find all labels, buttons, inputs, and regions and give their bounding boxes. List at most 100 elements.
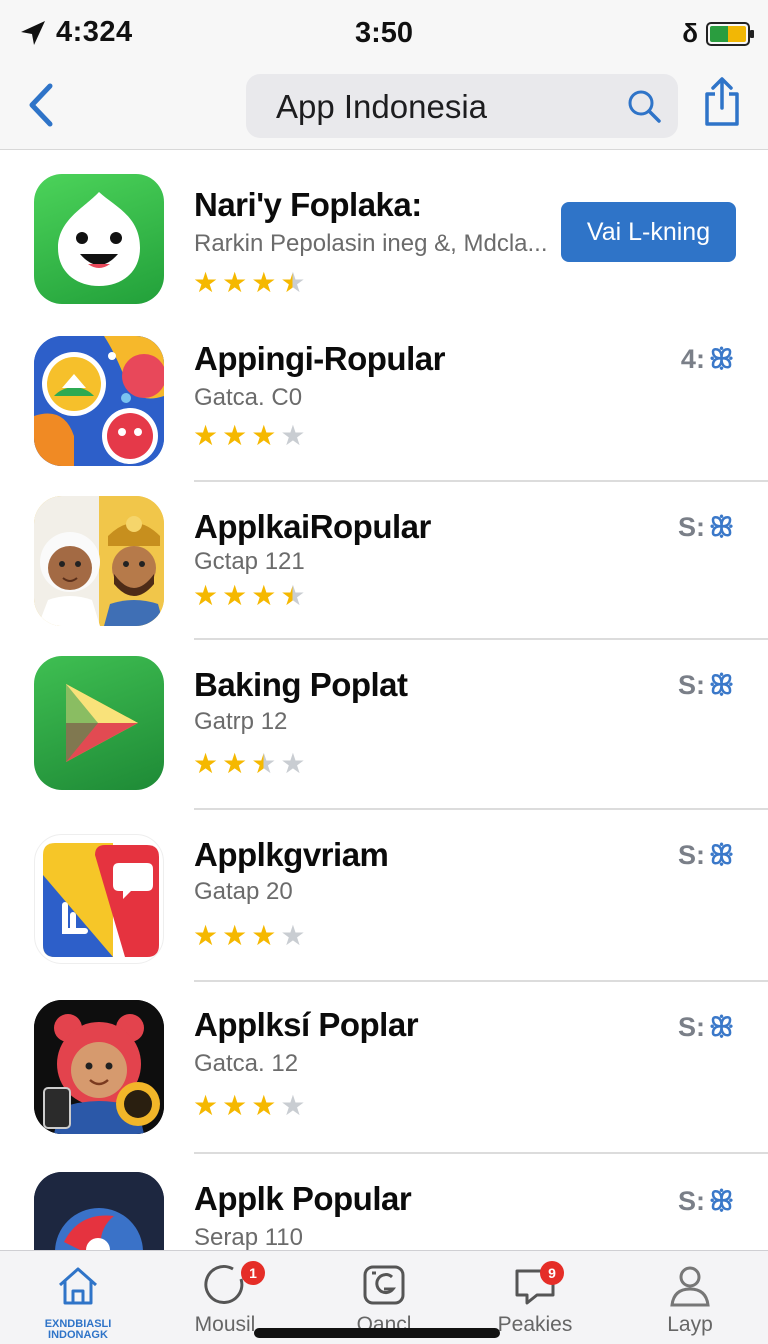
star-icon: ★ [280,920,306,951]
tab-home[interactable]: EXNDBIASLI INDONAGK [3,1251,153,1344]
star-icon: ★ [222,748,248,779]
app-subtitle: Serap 110 [194,1224,303,1250]
app-title: Applksí Poplar [194,1006,419,1043]
rating-stars: ★ ★ ★ ★ [193,750,305,778]
tab-label: EXNDBIASLI INDONAGK [44,1318,112,1341]
star-icon: ★ [193,920,219,951]
list-item[interactable]: Applkgvriam Gatap 20 ★ ★ ★ ★ S: ꕥ [0,810,768,980]
app-icon-play[interactable] [34,656,164,790]
app-icon-smiley[interactable] [34,174,164,304]
tab-label: Layp [667,1313,713,1336]
colorful-faces-icon [34,336,164,466]
list-item[interactable]: Baking Poplat Gatrp 12 ★ ★ ★ ★ S: ꕥ [0,640,768,808]
character-icon [34,1000,164,1134]
app-icon-avatars[interactable] [34,496,164,626]
list-item[interactable]: Applksí Poplar Gatca. 12 ★ ★ ★ ★ S: ꕥ [0,982,768,1154]
share-icon [705,77,739,126]
list-item[interactable]: Nari'y Foplaka: Rarkin Pepolasin ineg &,… [0,150,768,322]
search-icon[interactable] [626,88,662,124]
app-subtitle: Gatca. C0 [194,384,303,411]
download-icon[interactable]: ꕥ [709,512,734,542]
status-bar: 4:324 3:50 δ [0,0,768,66]
rating-stars: ★ ★ ★ ★ [193,422,305,450]
star-icon: ★ [193,420,219,451]
app-subtitle: Gatca. 12 [194,1050,299,1077]
app-icon-circle[interactable] [34,1172,164,1250]
star-icon: ★ [280,1090,306,1121]
battery-icon [706,21,754,46]
app-title: Nari'y Foplaka: [194,186,422,223]
star-icon: ★ [222,920,248,951]
star-icon: ★ [193,580,219,611]
app-size-value: S: [677,512,705,542]
smiley-ghost-icon [58,192,140,286]
download-icon[interactable]: ꕥ [709,1012,734,1042]
person-icon [670,1266,710,1307]
app-title: ApplkaiRopular [194,508,431,545]
star-icon: ★ [222,420,248,451]
star-icon: ★ [251,580,277,611]
circle-app-icon [34,1172,164,1250]
app-size: S: ꕥ [678,670,734,702]
star-icon: ★ [251,920,277,951]
status-time: 3:50 [354,17,414,49]
chat-bubble-icon [43,843,159,957]
app-size-value: 4: [680,344,705,374]
status-right: δ [682,18,754,49]
app-subtitle: Gctap 121 [194,548,305,575]
apps-icon [363,1265,405,1305]
app-size-value: S: [677,1012,705,1042]
app-icon-colorful[interactable] [34,336,164,466]
star-icon: ★ [193,1090,219,1121]
app-size-value: S: [677,1186,705,1216]
rating-stars: ★ ★ ★ ★ [193,922,305,950]
app-subtitle: Rarkin Pepolasin ineg &, Mdcla... [194,230,548,257]
app-size: S: ꕥ [678,512,734,544]
chevron-left-icon [29,83,53,127]
star-icon: ★ [280,420,306,451]
notification-badge: 1 [241,1261,265,1285]
app-icon-chat[interactable] [34,834,164,964]
share-button[interactable] [702,76,742,128]
home-indicator[interactable] [254,1328,500,1338]
star-icon: ★ [251,1090,277,1121]
rating-stars: ★ ★ ★ ★ [193,1092,305,1120]
star-icon: ★ [193,267,219,298]
download-icon[interactable]: ꕥ [709,344,734,374]
tab-layp[interactable]: Layp [615,1251,765,1344]
download-icon[interactable]: ꕥ [709,670,734,700]
app-size-value: S: [677,840,705,870]
list-item[interactable]: Applk Popular Serap 110 S: ꕥ [0,1154,768,1250]
rating-stars: ★ ★ ★ ★ [193,269,305,297]
app-title: Appingi-Ropular [194,340,445,377]
download-icon[interactable]: ꕥ [709,1186,734,1216]
search-field[interactable]: App Indonesia [246,74,678,138]
app-size: S: ꕥ [678,1186,734,1218]
status-glyph: δ [682,18,698,48]
app-subtitle: Gatap 20 [194,878,293,905]
app-icon-character[interactable] [34,1000,164,1134]
star-icon: ★ [222,267,248,298]
notification-badge: 9 [540,1261,564,1285]
star-icon: ★ [251,420,277,451]
star-icon: ★ [193,748,219,779]
get-button[interactable]: Vai L-kning [561,202,736,262]
list-item[interactable]: ApplkaiRopular Gctap 121 ★ ★ ★ ★ S: ꕥ [0,482,768,640]
star-icon: ★ [280,748,306,779]
avatars-icon [34,496,164,626]
nav-bar: App Indonesia [0,66,768,150]
app-title: Applkgvriam [194,836,389,873]
app-subtitle: Gatrp 12 [194,708,288,735]
app-title: Applk Popular [194,1180,412,1217]
back-button[interactable] [22,80,66,130]
home-icon [59,1267,97,1305]
search-input[interactable]: App Indonesia [276,88,487,126]
app-list: Nari'y Foplaka: Rarkin Pepolasin ineg &,… [0,150,768,1250]
star-icon: ★ [251,267,277,298]
star-icon: ★ [222,580,248,611]
star-icon: ★ [222,1090,248,1121]
app-size: S: ꕥ [678,840,734,872]
download-icon[interactable]: ꕥ [709,840,734,870]
star-icon: ★ [280,580,306,611]
list-item[interactable]: Appingi-Ropular Gatca. C0 ★ ★ ★ ★ 4: ꕥ [0,322,768,480]
